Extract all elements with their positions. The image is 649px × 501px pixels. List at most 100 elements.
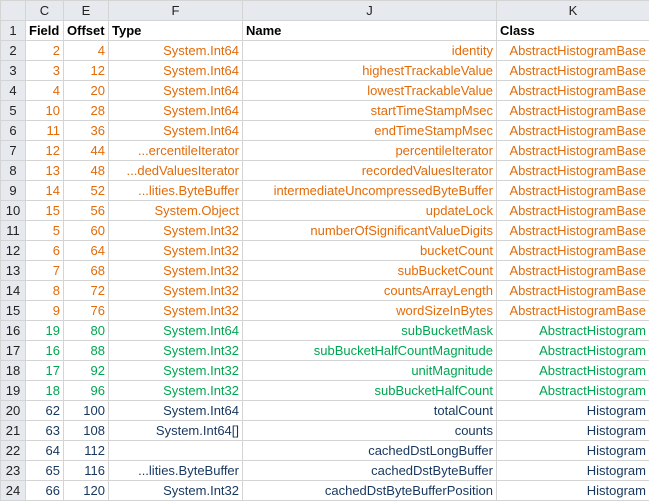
row-number[interactable]: 17 (0, 340, 26, 361)
cell-name[interactable]: cachedDstLongBuffer (242, 440, 497, 461)
cell-offset[interactable]: 96 (63, 380, 109, 401)
cell-class[interactable]: Histogram (496, 420, 649, 441)
cell-class[interactable]: Histogram (496, 460, 649, 481)
cell-name[interactable]: unitMagnitude (242, 360, 497, 381)
cell-field[interactable]: 14 (25, 180, 64, 201)
cell-name[interactable]: counts (242, 420, 497, 441)
cell-name[interactable]: totalCount (242, 400, 497, 421)
cell-field[interactable]: 17 (25, 360, 64, 381)
cell-class[interactable]: AbstractHistogramBase (496, 140, 649, 161)
cell-offset[interactable]: 36 (63, 120, 109, 141)
cell-name[interactable]: highestTrackableValue (242, 60, 497, 81)
cell-type[interactable]: ...dedValuesIterator (108, 160, 243, 181)
cell-type[interactable]: ...ercentileIterator (108, 140, 243, 161)
cell-class[interactable]: AbstractHistogram (496, 380, 649, 401)
cell-type[interactable]: System.Int64 (108, 320, 243, 341)
row-number[interactable]: 18 (0, 360, 26, 381)
row-number[interactable]: 5 (0, 100, 26, 121)
column-header-k[interactable]: K (496, 0, 649, 21)
row-number[interactable]: 22 (0, 440, 26, 461)
cell-offset[interactable]: 68 (63, 260, 109, 281)
cell-class[interactable]: AbstractHistogramBase (496, 200, 649, 221)
cell-type[interactable]: ...lities.ByteBuffer (108, 460, 243, 481)
cell-field[interactable]: 63 (25, 420, 64, 441)
select-all-corner[interactable] (0, 0, 26, 21)
cell-offset[interactable]: 100 (63, 400, 109, 421)
cell-offset[interactable]: 52 (63, 180, 109, 201)
cell-class[interactable]: Histogram (496, 400, 649, 421)
cell-name[interactable]: endTimeStampMsec (242, 120, 497, 141)
cell-name[interactable]: updateLock (242, 200, 497, 221)
cell-name[interactable]: cachedDstByteBuffer (242, 460, 497, 481)
row-number[interactable]: 13 (0, 260, 26, 281)
cell-header-class[interactable]: Class (496, 20, 649, 41)
row-number[interactable]: 23 (0, 460, 26, 481)
cell-offset[interactable]: 64 (63, 240, 109, 261)
cell-offset[interactable]: 116 (63, 460, 109, 481)
cell-offset[interactable]: 108 (63, 420, 109, 441)
cell-type[interactable]: ...lities.ByteBuffer (108, 180, 243, 201)
cell-offset[interactable]: 28 (63, 100, 109, 121)
cell-field[interactable]: 65 (25, 460, 64, 481)
cell-field[interactable]: 5 (25, 220, 64, 241)
cell-class[interactable]: AbstractHistogramBase (496, 220, 649, 241)
cell-type[interactable]: System.Int64 (108, 400, 243, 421)
cell-class[interactable]: AbstractHistogramBase (496, 40, 649, 61)
cell-field[interactable]: 13 (25, 160, 64, 181)
cell-offset[interactable]: 44 (63, 140, 109, 161)
cell-type[interactable]: System.Int32 (108, 280, 243, 301)
cell-class[interactable]: AbstractHistogramBase (496, 300, 649, 321)
cell-class[interactable]: AbstractHistogramBase (496, 240, 649, 261)
cell-type[interactable]: System.Int64 (108, 80, 243, 101)
cell-offset[interactable]: 20 (63, 80, 109, 101)
cell-class[interactable]: AbstractHistogramBase (496, 160, 649, 181)
row-number[interactable]: 21 (0, 420, 26, 441)
row-number[interactable]: 14 (0, 280, 26, 301)
cell-name[interactable]: intermediateUncompressedByteBuffer (242, 180, 497, 201)
row-number[interactable]: 24 (0, 480, 26, 501)
cell-field[interactable]: 6 (25, 240, 64, 261)
cell-class[interactable]: AbstractHistogramBase (496, 100, 649, 121)
cell-class[interactable]: AbstractHistogramBase (496, 260, 649, 281)
cell-type[interactable]: System.Int32 (108, 260, 243, 281)
cell-class[interactable]: AbstractHistogramBase (496, 280, 649, 301)
cell-field[interactable]: 16 (25, 340, 64, 361)
cell-type[interactable]: System.Int32 (108, 480, 243, 501)
cell-class[interactable]: AbstractHistogram (496, 320, 649, 341)
cell-type[interactable]: System.Int32 (108, 340, 243, 361)
cell-header-type[interactable]: Type (108, 20, 243, 41)
cell-offset[interactable]: 76 (63, 300, 109, 321)
cell-name[interactable]: identity (242, 40, 497, 61)
column-header-c[interactable]: C (25, 0, 64, 21)
cell-offset[interactable]: 88 (63, 340, 109, 361)
cell-offset[interactable]: 60 (63, 220, 109, 241)
cell-name[interactable]: wordSizeInBytes (242, 300, 497, 321)
cell-name[interactable]: subBucketHalfCount (242, 380, 497, 401)
cell-class[interactable]: AbstractHistogramBase (496, 180, 649, 201)
cell-name[interactable]: subBucketHalfCountMagnitude (242, 340, 497, 361)
row-number[interactable]: 19 (0, 380, 26, 401)
cell-offset[interactable]: 48 (63, 160, 109, 181)
row-number[interactable]: 12 (0, 240, 26, 261)
cell-offset[interactable]: 72 (63, 280, 109, 301)
row-number[interactable]: 1 (0, 20, 26, 41)
cell-offset[interactable]: 112 (63, 440, 109, 461)
row-number[interactable]: 8 (0, 160, 26, 181)
cell-field[interactable]: 3 (25, 60, 64, 81)
cell-class[interactable]: AbstractHistogramBase (496, 80, 649, 101)
cell-class[interactable]: AbstractHistogramBase (496, 60, 649, 81)
row-number[interactable]: 20 (0, 400, 26, 421)
row-number[interactable]: 4 (0, 80, 26, 101)
cell-name[interactable]: percentileIterator (242, 140, 497, 161)
cell-field[interactable]: 10 (25, 100, 64, 121)
cell-header-name[interactable]: Name (242, 20, 497, 41)
cell-name[interactable]: bucketCount (242, 240, 497, 261)
cell-header-field[interactable]: Field (25, 20, 64, 41)
cell-offset[interactable]: 120 (63, 480, 109, 501)
cell-field[interactable]: 19 (25, 320, 64, 341)
cell-field[interactable]: 62 (25, 400, 64, 421)
cell-type[interactable]: System.Int32 (108, 220, 243, 241)
cell-type[interactable]: System.Int64 (108, 40, 243, 61)
cell-offset[interactable]: 92 (63, 360, 109, 381)
cell-class[interactable]: Histogram (496, 480, 649, 501)
